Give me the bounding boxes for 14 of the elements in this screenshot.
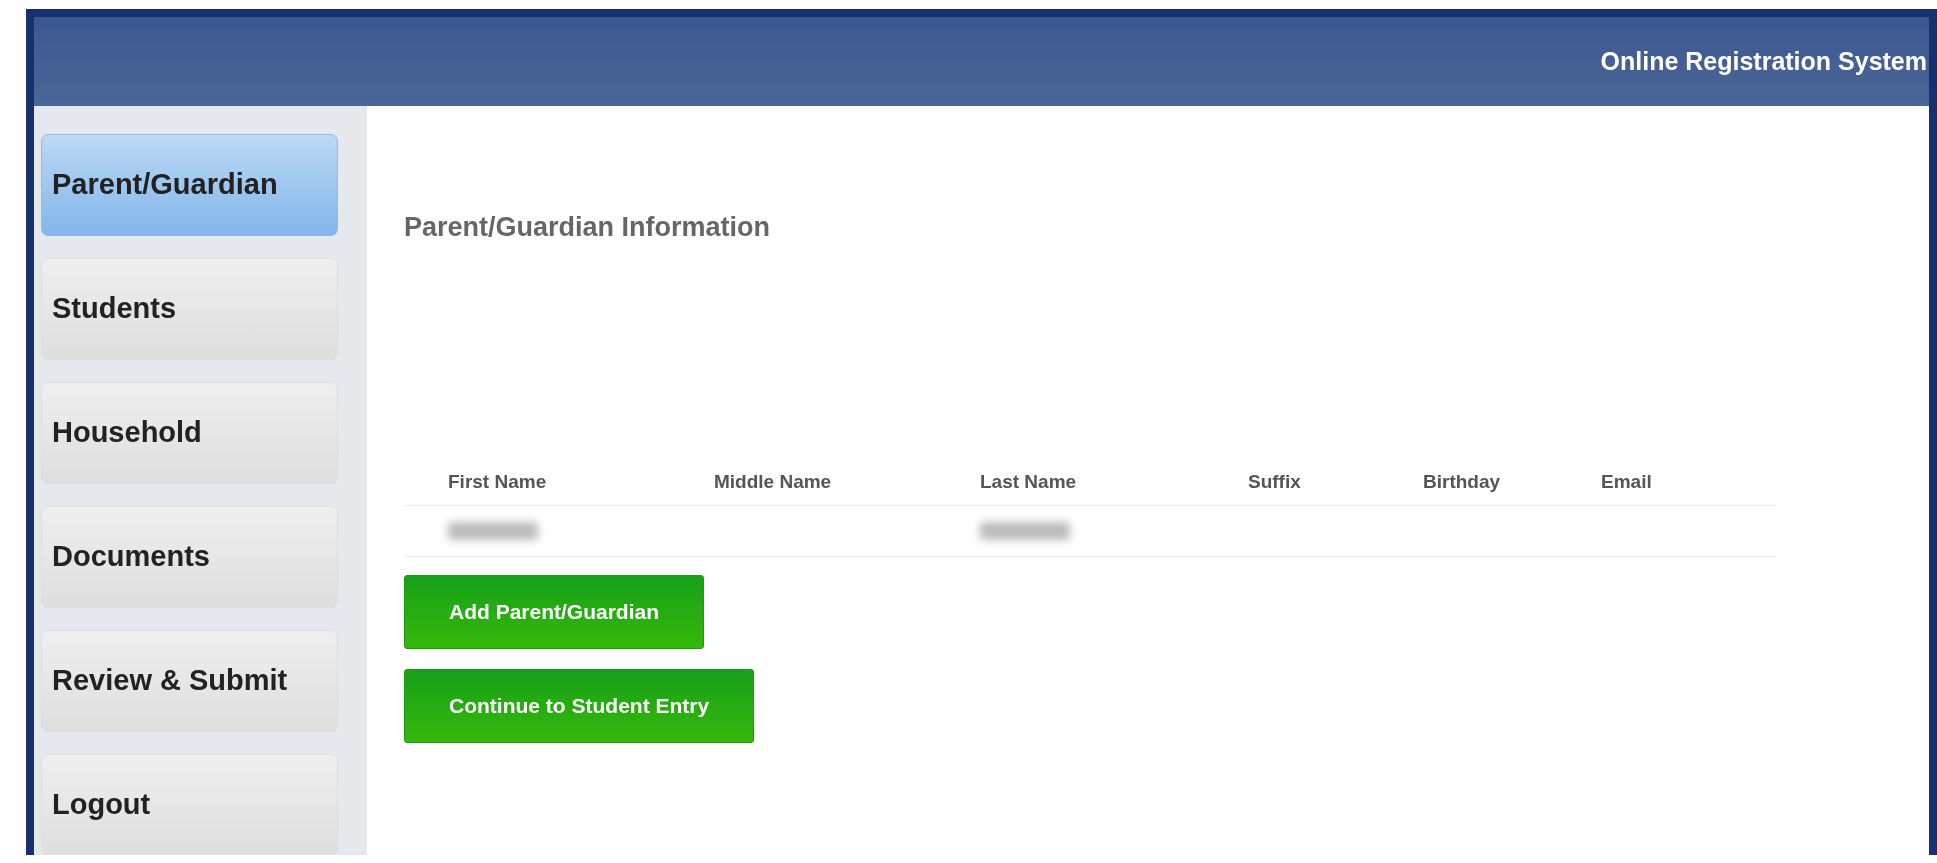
- sidebar-item[interactable]: Students: [41, 258, 338, 360]
- column-header: Last Name: [980, 470, 1078, 494]
- sidebar-item[interactable]: Logout: [41, 754, 338, 855]
- sidebar-item[interactable]: Parent/Guardian: [41, 134, 338, 236]
- column-header: Suffix: [1248, 470, 1302, 494]
- sidebar-item[interactable]: Documents: [41, 506, 338, 608]
- column-header: Email: [1601, 470, 1653, 494]
- app-title: Online Registration System: [1600, 47, 1927, 76]
- page-heading: Parent/Guardian Information: [404, 212, 772, 243]
- column-header: First Name: [448, 470, 548, 494]
- sidebar-item[interactable]: Household: [41, 382, 338, 484]
- column-header: Middle Name: [714, 470, 833, 494]
- column-header: Birthday: [1423, 470, 1502, 494]
- sidebar-item[interactable]: Review & Submit: [41, 630, 338, 732]
